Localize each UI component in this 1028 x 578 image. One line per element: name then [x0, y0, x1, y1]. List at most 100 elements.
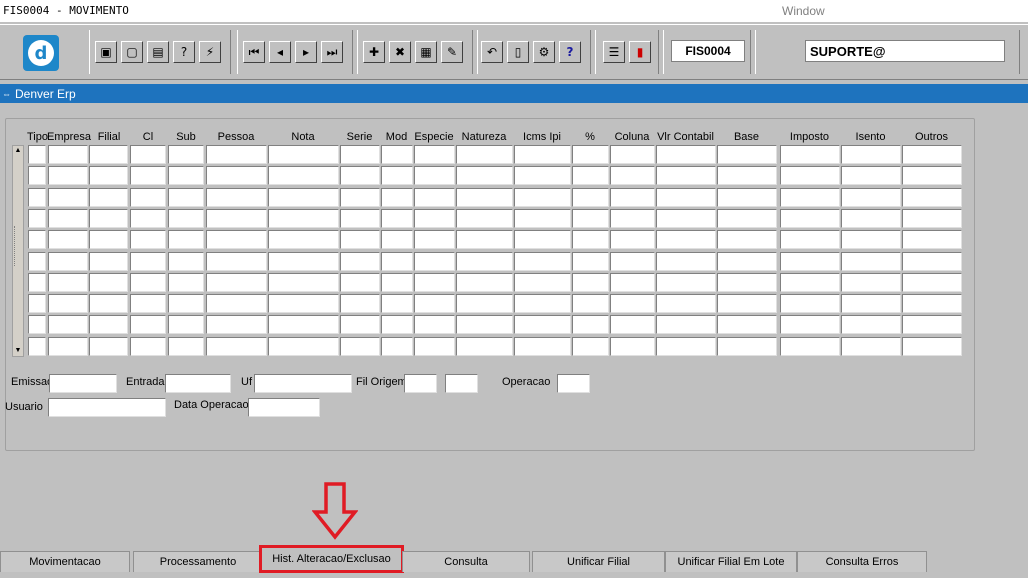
- grid-cell-percent[interactable]: [572, 230, 609, 249]
- grid-cell-coluna[interactable]: [610, 337, 655, 356]
- tab-movimentacao[interactable]: Movimentacao: [0, 551, 130, 572]
- grid-cell-especie[interactable]: [414, 337, 455, 356]
- next-record-icon[interactable]: ▸: [295, 41, 317, 63]
- grid-cell-serie[interactable]: [340, 294, 380, 313]
- grid-cell-especie[interactable]: [414, 273, 455, 292]
- execute-query-icon[interactable]: ⚡: [199, 41, 221, 63]
- grid-cell-imposto[interactable]: [780, 188, 840, 207]
- grid-cell-icms-ipi[interactable]: [514, 315, 571, 334]
- grid-cell-filial[interactable]: [89, 209, 128, 228]
- grid-cell-vlr-contabil[interactable]: [656, 337, 716, 356]
- grid-cell-vlr-contabil[interactable]: [656, 273, 716, 292]
- grid-cell-cl[interactable]: [130, 166, 166, 185]
- grid-cell-sub[interactable]: [168, 209, 204, 228]
- grid-cell-natureza[interactable]: [456, 188, 513, 207]
- grid-cell-tipo[interactable]: [28, 273, 46, 292]
- grid-cell-vlr-contabil[interactable]: [656, 252, 716, 271]
- grid-cell-nota[interactable]: [268, 252, 339, 271]
- grid-cell-outros[interactable]: [902, 188, 962, 207]
- grid-cell-outros[interactable]: [902, 315, 962, 334]
- grid-cell-base[interactable]: [717, 252, 777, 271]
- grid-cell-sub[interactable]: [168, 188, 204, 207]
- grid-cell-isento[interactable]: [841, 188, 901, 207]
- grid-cell-pessoa[interactable]: [206, 294, 267, 313]
- grid-cell-cl[interactable]: [130, 337, 166, 356]
- grid-cell-pessoa[interactable]: [206, 337, 267, 356]
- grid-cell-especie[interactable]: [414, 230, 455, 249]
- grid-cell-filial[interactable]: [89, 294, 128, 313]
- grid-cell-icms-ipi[interactable]: [514, 273, 571, 292]
- grid-cell-especie[interactable]: [414, 188, 455, 207]
- grid-cell-tipo[interactable]: [28, 188, 46, 207]
- grid-cell-isento[interactable]: [841, 252, 901, 271]
- grid-cell-cl[interactable]: [130, 252, 166, 271]
- grid-cell-filial[interactable]: [89, 145, 128, 164]
- grid-cell-nota[interactable]: [268, 337, 339, 356]
- grid-cell-coluna[interactable]: [610, 166, 655, 185]
- tab-consulta[interactable]: Consulta: [402, 551, 530, 572]
- scroll-thumb[interactable]: [14, 226, 22, 266]
- grid-cell-vlr-contabil[interactable]: [656, 209, 716, 228]
- grid-cell-base[interactable]: [717, 145, 777, 164]
- grid-cell-imposto[interactable]: [780, 209, 840, 228]
- grid-cell-base[interactable]: [717, 273, 777, 292]
- grid-cell-nota[interactable]: [268, 294, 339, 313]
- grid-cell-serie[interactable]: [340, 273, 380, 292]
- grid-cell-empresa[interactable]: [48, 209, 88, 228]
- grid-cell-especie[interactable]: [414, 252, 455, 271]
- grid-cell-nota[interactable]: [268, 166, 339, 185]
- grid-cell-coluna[interactable]: [610, 315, 655, 334]
- grid-cell-nota[interactable]: [268, 209, 339, 228]
- grid-cell-especie[interactable]: [414, 315, 455, 334]
- grid-cell-mod[interactable]: [381, 209, 413, 228]
- grid-cell-tipo[interactable]: [28, 209, 46, 228]
- grid-cell-percent[interactable]: [572, 337, 609, 356]
- grid-cell-empresa[interactable]: [48, 294, 88, 313]
- grid-cell-vlr-contabil[interactable]: [656, 166, 716, 185]
- scroll-up-icon[interactable]: ▲: [13, 146, 23, 156]
- grid-cell-especie[interactable]: [414, 209, 455, 228]
- grid-cell-natureza[interactable]: [456, 337, 513, 356]
- grid-cell-serie[interactable]: [340, 315, 380, 334]
- grid-cell-vlr-contabil[interactable]: [656, 294, 716, 313]
- grid-cell-percent[interactable]: [572, 273, 609, 292]
- grid-cell-serie[interactable]: [340, 188, 380, 207]
- delete-record-icon[interactable]: ✖: [389, 41, 411, 63]
- grid-cell-filial[interactable]: [89, 252, 128, 271]
- grid-cell-pessoa[interactable]: [206, 145, 267, 164]
- grid-cell-cl[interactable]: [130, 209, 166, 228]
- grid-cell-natureza[interactable]: [456, 145, 513, 164]
- grid-cell-isento[interactable]: [841, 166, 901, 185]
- grid-cell-pessoa[interactable]: [206, 209, 267, 228]
- grid-cell-percent[interactable]: [572, 145, 609, 164]
- grid-cell-icms-ipi[interactable]: [514, 230, 571, 249]
- grid-cell-natureza[interactable]: [456, 294, 513, 313]
- first-record-icon[interactable]: ⏮: [243, 41, 265, 63]
- grid-cell-pessoa[interactable]: [206, 252, 267, 271]
- grid-cell-serie[interactable]: [340, 230, 380, 249]
- grid-cell-outros[interactable]: [902, 145, 962, 164]
- grid-cell-vlr-contabil[interactable]: [656, 145, 716, 164]
- grid-cell-outros[interactable]: [902, 273, 962, 292]
- grid-cell-empresa[interactable]: [48, 145, 88, 164]
- grid-cell-empresa[interactable]: [48, 230, 88, 249]
- grid-cell-empresa[interactable]: [48, 166, 88, 185]
- grid-cell-coluna[interactable]: [610, 252, 655, 271]
- grid-cell-isento[interactable]: [841, 230, 901, 249]
- grid-cell-filial[interactable]: [89, 166, 128, 185]
- grid-cell-nota[interactable]: [268, 230, 339, 249]
- data-operacao-field[interactable]: [248, 398, 320, 417]
- query-icon[interactable]: ?: [173, 41, 195, 63]
- grid-cell-mod[interactable]: [381, 273, 413, 292]
- grid-cell-natureza[interactable]: [456, 252, 513, 271]
- grid-cell-base[interactable]: [717, 188, 777, 207]
- grid-cell-filial[interactable]: [89, 315, 128, 334]
- grid-cell-imposto[interactable]: [780, 145, 840, 164]
- grid-cell-icms-ipi[interactable]: [514, 337, 571, 356]
- grid-cell-base[interactable]: [717, 294, 777, 313]
- grid-cell-natureza[interactable]: [456, 166, 513, 185]
- usuario-field[interactable]: [48, 398, 166, 417]
- grid-cell-cl[interactable]: [130, 294, 166, 313]
- grid-cell-sub[interactable]: [168, 145, 204, 164]
- grid-cell-percent[interactable]: [572, 315, 609, 334]
